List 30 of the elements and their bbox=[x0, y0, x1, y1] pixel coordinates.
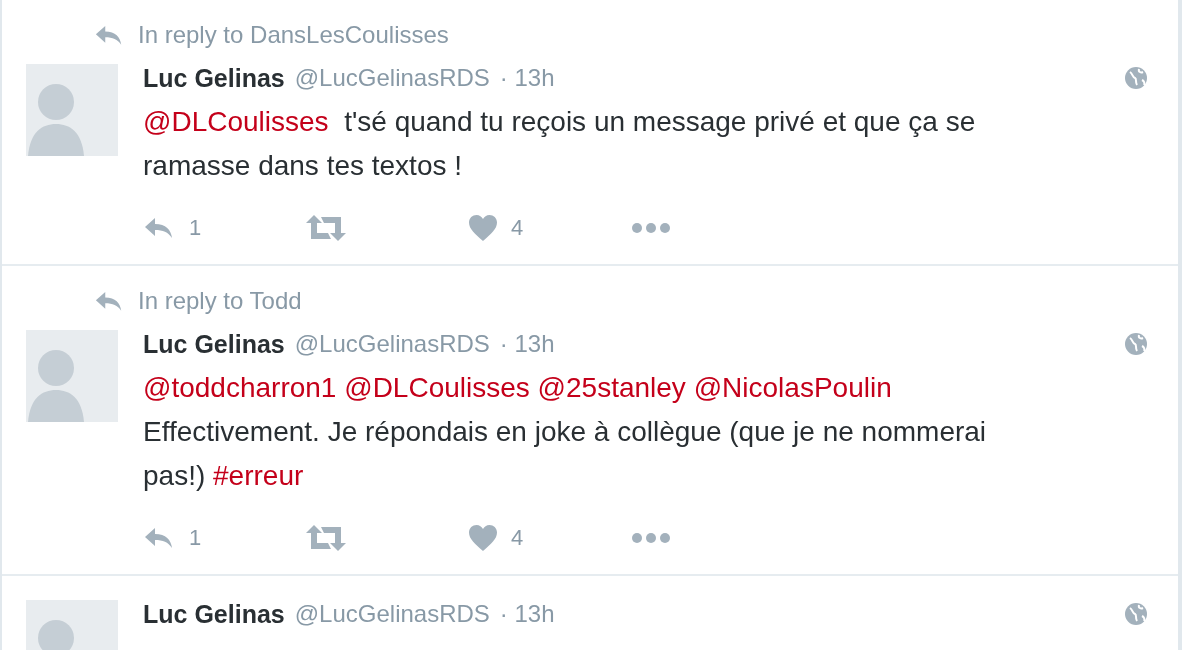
more-dots-icon bbox=[632, 533, 670, 543]
tweet-text: @DLCoulisses t'sé quand tu reçois un message privé et que ça se ramasse dans tes textos ! bbox=[143, 105, 977, 183]
tweet-time[interactable]: · 13h bbox=[499, 330, 555, 358]
author-handle[interactable]: @LucGelinasRDS bbox=[294, 330, 490, 358]
retweet-icon bbox=[306, 525, 346, 551]
author-name[interactable]: Luc Gelinas bbox=[143, 63, 285, 93]
tweet-time[interactable]: · 13h bbox=[499, 64, 555, 92]
reply-context[interactable]: In reply to DansLesCoulisses bbox=[138, 21, 449, 49]
author-handle[interactable]: @LucGelinasRDS bbox=[294, 600, 490, 628]
author-handle[interactable]: @LucGelinasRDS bbox=[294, 64, 490, 92]
reply-button[interactable]: 1 bbox=[143, 525, 306, 551]
reply-icon bbox=[143, 216, 175, 240]
tweet-text: @toddcharron1 @DLCoulisses @25stanley @NicolasPoulin Effectivement. Je répondais en joke à collègue (que je ne nommerai pas!) #erreur bbox=[143, 371, 988, 493]
like-button[interactable]: 4 bbox=[469, 215, 632, 241]
retweet-icon bbox=[306, 215, 346, 241]
globe-icon bbox=[1124, 332, 1148, 356]
more-dots-icon bbox=[632, 223, 670, 233]
globe-icon bbox=[1124, 602, 1148, 626]
heart-icon bbox=[469, 525, 497, 551]
avatar-placeholder[interactable] bbox=[26, 64, 118, 156]
reply-button[interactable]: 1 bbox=[143, 215, 306, 241]
author-name[interactable]: Luc Gelinas bbox=[143, 329, 285, 359]
like-button[interactable]: 4 bbox=[469, 525, 632, 551]
avatar-placeholder[interactable] bbox=[26, 330, 118, 422]
reply-icon bbox=[143, 526, 175, 550]
globe-icon bbox=[1124, 66, 1148, 90]
heart-icon bbox=[469, 215, 497, 241]
reply-context[interactable]: In reply to Todd bbox=[138, 287, 302, 315]
author-name[interactable]: Luc Gelinas bbox=[143, 599, 285, 629]
tweet-time[interactable]: · 13h bbox=[499, 600, 555, 628]
